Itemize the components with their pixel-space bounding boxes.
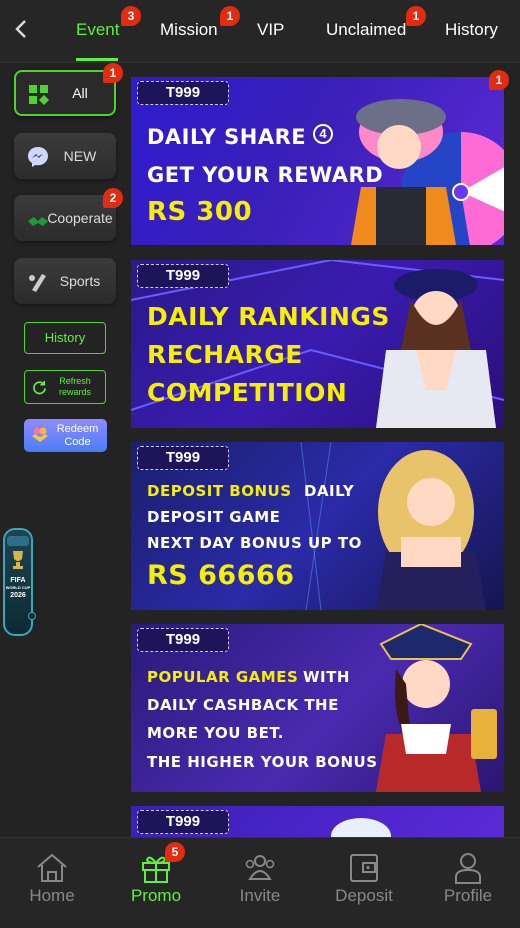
tab-vip[interactable]: VIP <box>257 20 284 40</box>
banner-line-1b: DAILY <box>304 482 355 500</box>
banner-line-1: DAILY SHARE <box>147 125 307 149</box>
rewards-label: rewards <box>58 387 91 397</box>
sidebar-cooperate-badge: 2 <box>103 188 123 208</box>
banner-line-4: RS 66666 <box>147 560 295 591</box>
sports-icon <box>26 270 48 292</box>
tab-event[interactable]: Event <box>76 20 119 40</box>
widget-handle <box>28 612 36 620</box>
banner-deposit-bonus[interactable]: T999 DEPOSIT BONUS DAILY DEPOSIT GAME NE… <box>131 442 504 610</box>
handshake-icon <box>26 207 48 229</box>
nav-home[interactable]: Home <box>0 838 104 928</box>
history-button[interactable]: History <box>24 322 106 354</box>
wallet-icon <box>350 854 378 882</box>
nav-profile[interactable]: Profile <box>416 838 520 928</box>
nav-deposit[interactable]: Deposit <box>312 838 416 928</box>
banner-tag: T999 <box>137 628 229 652</box>
trophy-icon <box>13 551 23 569</box>
bottom-nav: Home Promo 5 Invite Deposit Profile <box>0 837 520 928</box>
widget-line-1: FIFA <box>10 577 26 584</box>
sidebar-item-label: NEW <box>63 148 97 164</box>
banner-line-3: RS 300 <box>147 197 253 227</box>
sidebar-item-cooperate[interactable]: Cooperate <box>14 195 116 241</box>
banner-popular-games[interactable]: T999 POPULAR GAMES WITH DAILY CASHBACK T… <box>131 624 504 792</box>
refresh-rewards-button[interactable]: Refresh rewards <box>24 370 106 404</box>
banner-line-2: DEPOSIT GAME <box>147 508 281 526</box>
tab-mission-badge: 1 <box>220 6 240 26</box>
sidebar-all-badge: 1 <box>103 63 123 83</box>
banner-line-2: RECHARGE <box>147 340 303 369</box>
banner-daily-share[interactable]: T999 DAILY SHARE 4 GET YOUR REWARD RS 30… <box>131 77 504 245</box>
banner-line-2: DAILY CASHBACK THE <box>147 696 339 714</box>
banner-line-3: COMPETITION <box>147 378 348 407</box>
tab-mission[interactable]: Mission <box>160 20 218 40</box>
tab-event-badge: 3 <box>121 6 141 26</box>
nav-label: Deposit <box>335 886 393 905</box>
messenger-icon <box>26 145 48 167</box>
banner-line-3: NEXT DAY BONUS UP TO <box>147 534 362 552</box>
nav-promo[interactable]: Promo <box>104 838 208 928</box>
home-icon <box>37 853 67 882</box>
redeem-label: Redeem <box>56 423 99 435</box>
nav-label: Invite <box>239 886 281 905</box>
banner-tag: T999 <box>137 810 229 834</box>
redeem-gift-icon <box>32 427 48 442</box>
banner-tag: T999 <box>137 446 229 470</box>
nav-label: Profile <box>443 886 493 905</box>
sidebar-item-new[interactable]: NEW <box>14 133 116 179</box>
nav-label: Home <box>29 886 75 905</box>
nav-promo-badge: 5 <box>165 842 185 862</box>
grid-icon <box>28 84 50 106</box>
widget-line-3: 2026 <box>10 592 26 599</box>
redeem-code-button[interactable]: Redeem Code <box>24 419 107 452</box>
banner-line-1b: WITH <box>303 668 350 686</box>
nav-invite[interactable]: Invite <box>208 838 312 928</box>
banner-daily-rankings[interactable]: T999 DAILY RANKINGS RECHARGE COMPETITION <box>131 260 504 428</box>
world-cup-widget[interactable]: FIFA WORLD CUP 2026 <box>3 528 36 636</box>
tab-history[interactable]: History <box>445 20 498 40</box>
refresh-label: Refresh <box>59 376 91 386</box>
sidebar-item-label: All <box>72 85 88 101</box>
profile-icon <box>455 853 481 884</box>
banner-line-1: DEPOSIT BONUS <box>147 482 292 500</box>
widget-header <box>7 536 29 546</box>
banner-badge: 1 <box>489 70 509 90</box>
sidebar-item-label: Sports <box>59 273 101 289</box>
invite-icon <box>245 855 275 880</box>
banner-line-4: THE HIGHER YOUR BONUS <box>147 753 378 771</box>
tab-unclaimed[interactable]: Unclaimed <box>326 20 406 40</box>
tab-unclaimed-badge: 1 <box>406 6 426 26</box>
banner-circle-number: 4 <box>313 124 333 144</box>
back-arrow-icon[interactable] <box>14 18 34 44</box>
banner-tag: T999 <box>137 81 229 105</box>
sidebar-item-all[interactable]: All <box>14 70 116 116</box>
banner-line-1: DAILY RANKINGS <box>147 302 390 331</box>
banner-line-1: POPULAR GAMES <box>147 668 299 686</box>
nav-label: Promo <box>130 886 182 905</box>
sidebar-item-label: Cooperate <box>47 210 113 226</box>
banner-line-3: MORE YOU BET. <box>147 724 285 742</box>
banner-line-2: GET YOUR REWARD <box>147 163 384 187</box>
code-label: Code <box>64 436 91 448</box>
sidebar-item-sports[interactable]: Sports <box>14 258 116 304</box>
banner-tag: T999 <box>137 264 229 288</box>
top-tab-bar: Event 3 Mission 1 VIP Unclaimed 1 Histor… <box>0 0 520 63</box>
banner-partial[interactable]: T999 <box>131 806 504 837</box>
refresh-icon <box>33 380 46 395</box>
active-tab-indicator <box>76 58 118 61</box>
